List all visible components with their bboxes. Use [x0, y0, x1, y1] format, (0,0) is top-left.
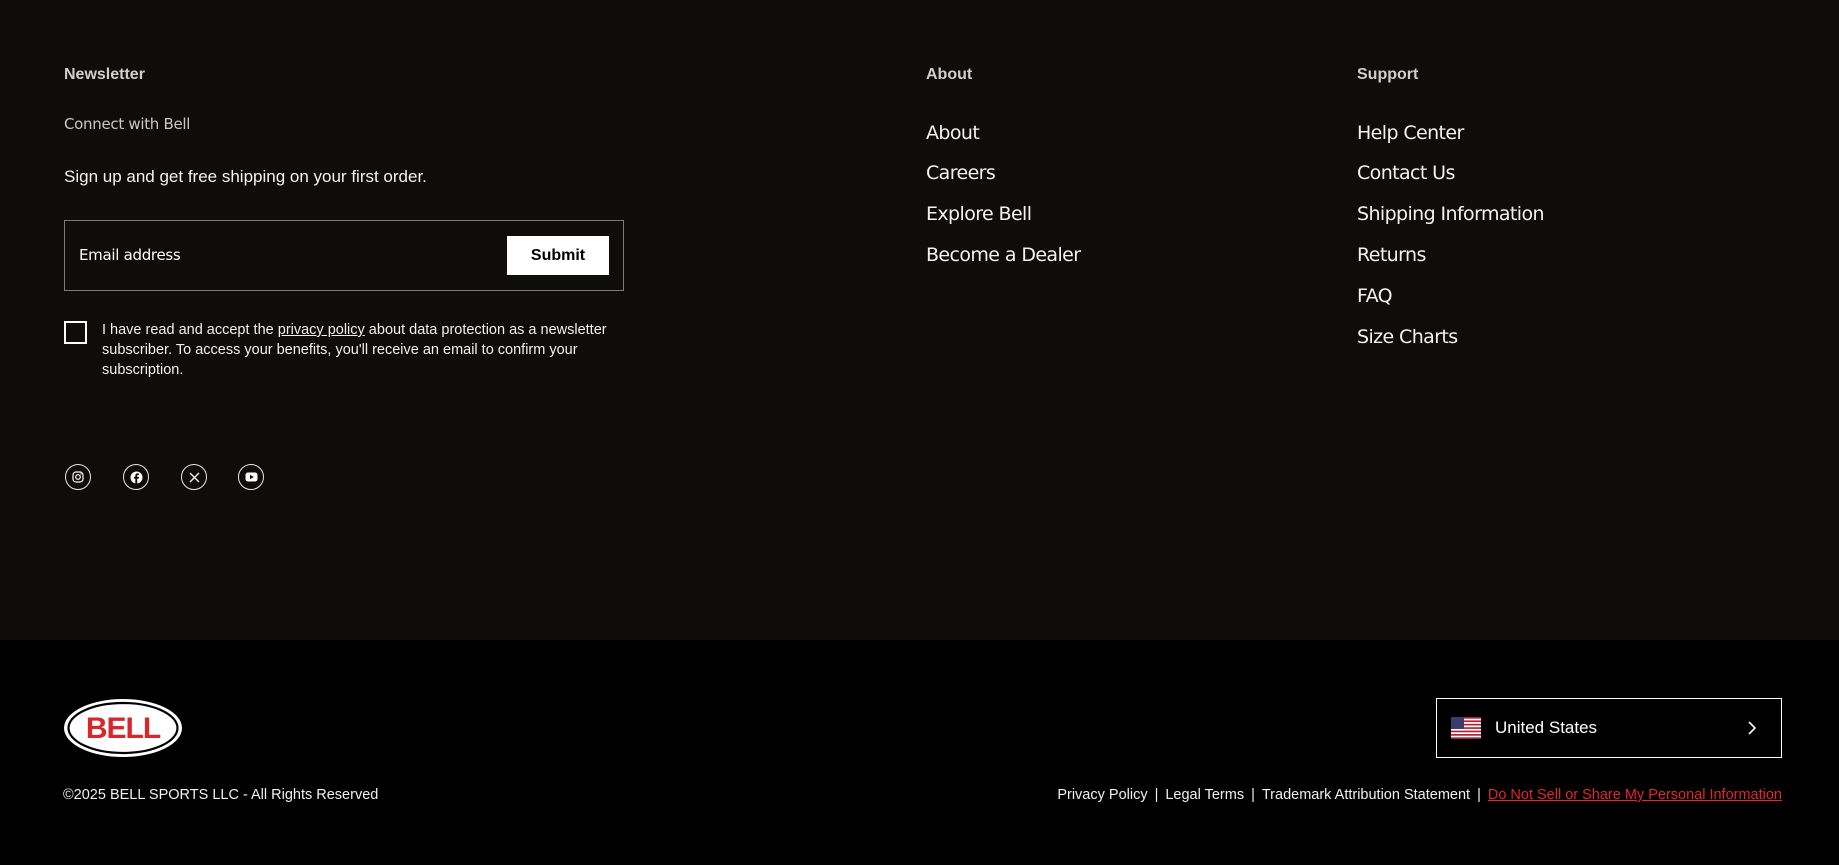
about-link-become-dealer[interactable]: Become a Dealer: [926, 244, 1081, 266]
bell-logo[interactable]: BELL: [63, 698, 183, 758]
support-link-returns[interactable]: Returns: [1357, 244, 1426, 266]
connect-subheading: Connect with Bell: [64, 115, 191, 133]
youtube-icon[interactable]: [238, 464, 264, 490]
instagram-icon[interactable]: [65, 464, 91, 490]
separator: |: [1477, 787, 1481, 803]
support-heading: Support: [1357, 66, 1419, 83]
support-link-help-center[interactable]: Help Center: [1357, 122, 1464, 144]
privacy-policy-footer-link[interactable]: Privacy Policy: [1057, 787, 1147, 803]
support-link-shipping[interactable]: Shipping Information: [1357, 203, 1545, 225]
chevron-right-icon: [1748, 721, 1757, 735]
support-link-contact-us[interactable]: Contact Us: [1357, 162, 1455, 184]
submit-button[interactable]: Submit: [507, 236, 609, 275]
consent-text: I have read and accept the privacy polic…: [102, 322, 607, 378]
legal-terms-link[interactable]: Legal Terms: [1165, 787, 1244, 803]
support-link-size-charts[interactable]: Size Charts: [1357, 326, 1458, 348]
about-link-explore-bell[interactable]: Explore Bell: [926, 203, 1032, 225]
about-link-about[interactable]: About: [926, 122, 980, 144]
newsletter-heading: Newsletter: [64, 66, 145, 83]
separator: |: [1154, 787, 1159, 803]
about-heading: About: [926, 66, 973, 83]
svg-text:BELL: BELL: [86, 712, 161, 745]
trademark-attribution-link[interactable]: Trademark Attribution Statement: [1262, 787, 1470, 803]
newsletter-form: Submit: [64, 220, 624, 291]
us-flag-icon: [1451, 717, 1481, 739]
support-link-faq[interactable]: FAQ: [1357, 285, 1393, 307]
consent-checkbox[interactable]: [64, 321, 87, 344]
legal-links: Privacy Policy | Legal Terms | Trademark…: [1057, 787, 1782, 803]
about-link-careers[interactable]: Careers: [926, 162, 996, 184]
do-not-sell-link[interactable]: Do Not Sell or Share My Personal Informa…: [1488, 787, 1782, 803]
country-selector[interactable]: United States: [1436, 698, 1782, 758]
separator: |: [1251, 787, 1255, 803]
email-input[interactable]: [79, 241, 459, 269]
x-icon[interactable]: [181, 464, 207, 490]
privacy-policy-link[interactable]: privacy policy: [278, 322, 365, 338]
newsletter-lead: Sign up and get free shipping on your fi…: [64, 167, 427, 186]
copyright-text: ©2025 BELL SPORTS LLC - All Rights Reser…: [63, 787, 379, 803]
facebook-icon[interactable]: [123, 464, 149, 490]
footer-main: Newsletter Connect with Bell Sign up and…: [0, 0, 1839, 640]
country-label: United States: [1495, 718, 1598, 737]
